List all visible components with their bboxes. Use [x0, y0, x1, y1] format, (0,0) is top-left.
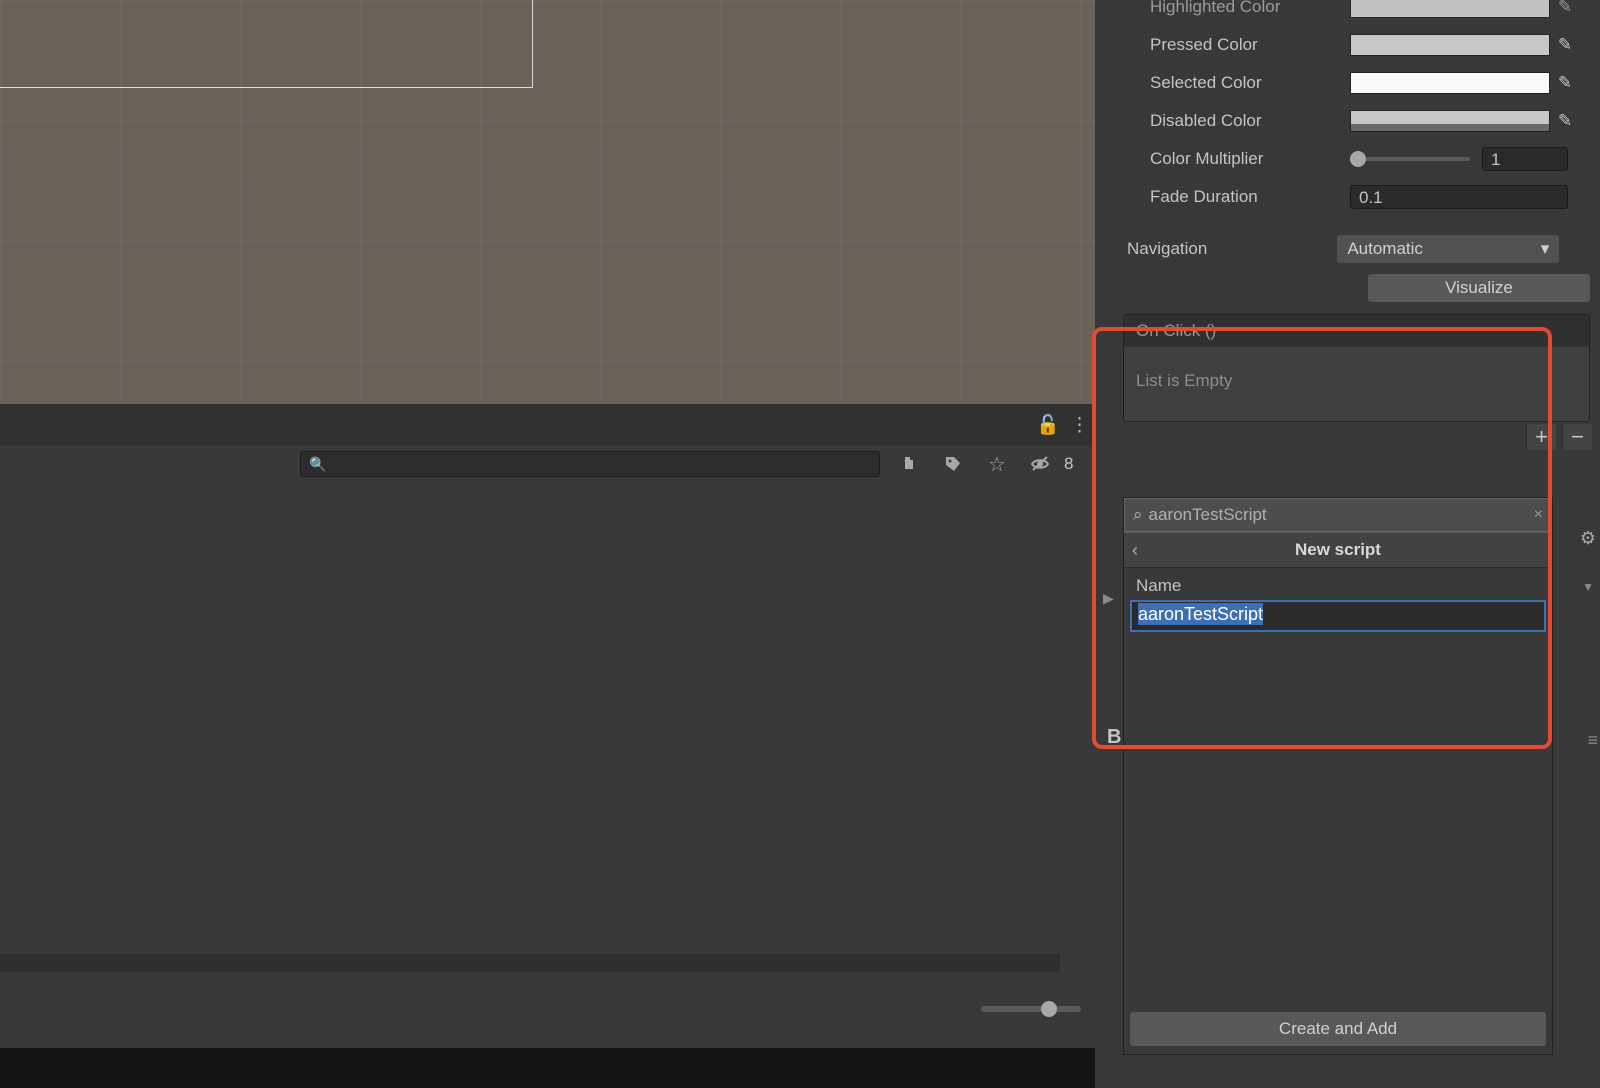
highlighted-color-label: Highlighted Color: [1150, 0, 1350, 17]
onclick-footer: + −: [1095, 422, 1594, 452]
selection-outline: [0, 0, 533, 88]
popup-search-value: aaronTestScript: [1149, 505, 1267, 525]
thumbnail-size-slider[interactable]: [981, 1006, 1081, 1012]
lock-icon[interactable]: 🔓: [1036, 413, 1060, 437]
script-name-label: Name: [1124, 568, 1552, 600]
script-name-input[interactable]: aaronTestScript: [1130, 600, 1546, 632]
eyedropper-icon[interactable]: ✎: [1550, 0, 1580, 17]
eyedropper-icon[interactable]: ✎: [1550, 35, 1580, 55]
remove-event-button[interactable]: −: [1562, 424, 1592, 450]
color-multiplier-input[interactable]: 1: [1482, 147, 1568, 171]
onclick-event-block: On Click () List is Empty: [1123, 314, 1590, 422]
navigation-dropdown[interactable]: Automatic ▾: [1337, 235, 1559, 263]
navigation-value: Automatic: [1347, 239, 1423, 259]
disabled-color-swatch[interactable]: [1350, 110, 1550, 132]
pressed-color-label: Pressed Color: [1150, 35, 1350, 55]
fade-duration-input[interactable]: 0.1: [1350, 185, 1568, 209]
eyedropper-icon[interactable]: ✎: [1550, 111, 1580, 131]
popup-title: New script: [1295, 540, 1381, 560]
pressed-color-swatch[interactable]: [1350, 34, 1550, 56]
gear-icon[interactable]: ⚙: [1580, 528, 1596, 549]
filter-tool-icons: ☆ 8: [888, 449, 1073, 479]
disabled-color-label: Disabled Color: [1150, 111, 1350, 131]
selected-color-label: Selected Color: [1150, 73, 1350, 93]
color-multiplier-slider[interactable]: [1350, 157, 1470, 161]
expand-triangle-icon[interactable]: ▶: [1103, 590, 1114, 607]
eyedropper-icon[interactable]: ✎: [1550, 73, 1580, 93]
project-content-area[interactable]: [0, 482, 1095, 1012]
add-component-popup: ⌕ aaronTestScript × ‹ New script Name aa…: [1123, 497, 1553, 1055]
navigation-label: Navigation: [1127, 239, 1207, 259]
back-icon[interactable]: ‹: [1132, 540, 1138, 561]
panel-toolbar: 🔓 ⋮: [0, 404, 1095, 446]
selected-color-swatch[interactable]: [1350, 72, 1550, 94]
more-icon[interactable]: ⋮: [1070, 414, 1089, 437]
highlighted-color-swatch[interactable]: [1350, 0, 1550, 18]
add-event-button[interactable]: +: [1526, 424, 1556, 450]
popup-body: [1124, 632, 1552, 1012]
onclick-empty-text: List is Empty: [1124, 347, 1589, 421]
drag-handle-icon[interactable]: ≡: [1587, 730, 1595, 751]
search-icon: ⌕: [1133, 505, 1143, 525]
script-name-value: aaronTestScript: [1138, 603, 1263, 625]
chevron-down-icon[interactable]: ▼: [1582, 580, 1594, 594]
scene-viewport[interactable]: [0, 0, 1095, 404]
onclick-header: On Click (): [1124, 315, 1589, 347]
project-search-input[interactable]: 🔍: [300, 451, 880, 477]
hidden-count-value: 8: [1064, 454, 1073, 474]
status-bar: [0, 1048, 1095, 1088]
create-and-add-button[interactable]: Create and Add: [1130, 1012, 1546, 1046]
inspector-panel: Highlighted Color ✎ Pressed Color ✎ Sele…: [1095, 0, 1600, 1085]
visualize-button[interactable]: Visualize: [1368, 274, 1590, 302]
fade-duration-label: Fade Duration: [1150, 187, 1350, 207]
popup-header: ‹ New script: [1124, 532, 1552, 568]
hidden-count-icon[interactable]: [1020, 449, 1062, 479]
project-search-row: 🔍 ☆ 8: [0, 446, 1095, 482]
filter-favorite-icon[interactable]: ☆: [976, 449, 1018, 479]
close-icon[interactable]: ×: [1534, 506, 1543, 524]
popup-search-field[interactable]: ⌕ aaronTestScript ×: [1124, 498, 1552, 532]
chevron-down-icon: ▾: [1541, 239, 1550, 259]
color-multiplier-label: Color Multiplier: [1150, 149, 1350, 169]
filter-type-icon[interactable]: [888, 449, 930, 479]
horizontal-scrollbar[interactable]: [0, 954, 1060, 972]
component-initial: B: [1107, 726, 1121, 749]
filter-label-icon[interactable]: [932, 449, 974, 479]
search-icon: 🔍: [309, 456, 326, 473]
